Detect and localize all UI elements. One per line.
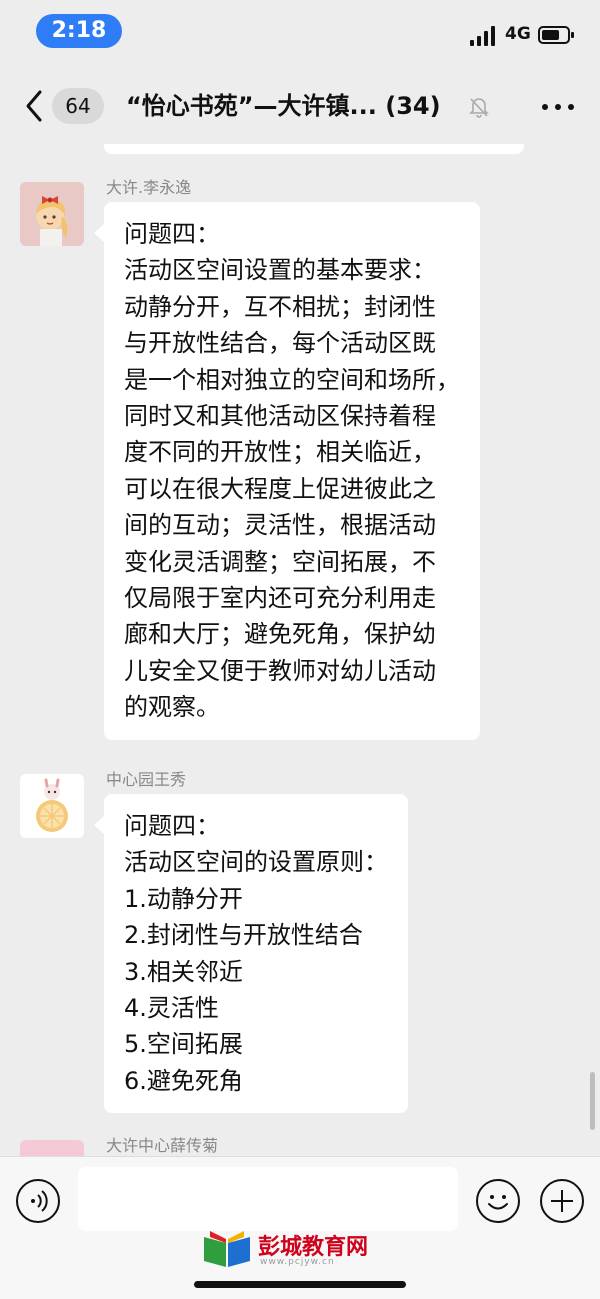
- message-line: 廊和大厅；避免死角，保护幼: [124, 620, 436, 649]
- message-line: 问题四：: [124, 220, 220, 248]
- message-line: 度不同的开放性；相关临近，: [124, 438, 436, 467]
- message-input[interactable]: [78, 1167, 458, 1231]
- chat-title: “怡心书苑”—大许镇... (34): [126, 88, 466, 124]
- avatar[interactable]: [20, 182, 84, 246]
- message-line: 变化灵活调整；空间拓展，不: [124, 547, 436, 576]
- avatar[interactable]: [20, 1140, 84, 1156]
- sender-name: 大许中心薛传菊: [106, 1136, 219, 1155]
- message-line: 与开放性结合，每个活动区既: [124, 329, 436, 358]
- voice-icon: [31, 1190, 48, 1212]
- message-line: 是一个相对独立的空间和场所，: [124, 365, 460, 394]
- battery-icon: [538, 26, 574, 44]
- message-line: 3.相关邻近: [124, 957, 243, 986]
- input-bar: 彭城教育网 www.pcjyw.cn: [0, 1156, 600, 1299]
- message-bubble[interactable]: 问题四： 活动区空间的设置原则： 1.动静分开 2.封闭性与开放性结合 3.相关…: [94, 794, 408, 1114]
- message-line: 动静分开，互不相扰；封闭性: [124, 292, 436, 321]
- message-line: 4.灵活性: [124, 994, 219, 1023]
- message-list[interactable]: 大许.李永逸 问题四： 活动区空间设置的基本要求： 动静分开，互不相扰；封闭性 …: [0, 144, 600, 1156]
- unread-badge[interactable]: 64: [52, 88, 104, 124]
- mute-bell-icon: [469, 98, 489, 118]
- watermark-url: www.pcjyw.cn: [260, 1257, 335, 1267]
- message-line: 1.动静分开: [124, 884, 243, 913]
- smiley-icon: [488, 1195, 508, 1210]
- girl-avatar-icon: [20, 182, 84, 246]
- message-line: 间的互动；灵活性，根据活动: [124, 511, 436, 540]
- orange-slice-avatar-icon: [20, 774, 84, 838]
- chat-title-text: “怡心书苑”—大许镇...: [126, 92, 377, 120]
- status-bar: 2:18 4G: [0, 0, 600, 68]
- watermark: 彭城教育网 www.pcjyw.cn: [200, 1225, 400, 1271]
- plus-button[interactable]: [540, 1179, 584, 1223]
- emoji-button[interactable]: [476, 1179, 520, 1223]
- more-button[interactable]: [540, 92, 576, 122]
- status-time: 2:18: [36, 14, 122, 48]
- avatar[interactable]: [20, 774, 84, 838]
- back-button[interactable]: [20, 86, 50, 126]
- message-line: 活动区空间的设置原则：: [124, 848, 388, 877]
- scrollbar-thumb[interactable]: [590, 1072, 595, 1130]
- chevron-left-icon: [26, 90, 42, 122]
- message-line: 的观察。: [124, 693, 220, 722]
- sender-name: 大许.李永逸: [106, 178, 192, 197]
- book-logo-icon: [204, 1231, 250, 1267]
- message-line: 5.空间拓展: [124, 1030, 243, 1059]
- message-line: 同时又和其他活动区保持着程: [124, 402, 436, 431]
- chat-header: 64 “怡心书苑”—大许镇... (34): [0, 68, 600, 144]
- message-line: 儿安全又便于教师对幼儿活动: [124, 656, 436, 685]
- network-label: 4G: [505, 24, 531, 44]
- message-line: 可以在很大程度上促进彼此之: [124, 474, 436, 503]
- home-indicator[interactable]: [194, 1281, 406, 1288]
- message-line: 问题四：: [124, 812, 220, 840]
- message-line: 2.封闭性与开放性结合: [124, 921, 363, 950]
- voice-button[interactable]: [16, 1179, 60, 1223]
- previous-message-bubble: [104, 144, 524, 154]
- message-bubble[interactable]: 问题四： 活动区空间设置的基本要求： 动静分开，互不相扰；封闭性 与开放性结合，…: [94, 202, 480, 740]
- message-line: 6.避免死角: [124, 1066, 243, 1095]
- message-line: 活动区空间设置的基本要求：: [124, 256, 436, 285]
- member-count: (34): [385, 92, 441, 120]
- message-line: 仅局限于室内还可充分利用走: [124, 584, 436, 613]
- signal-icon: [470, 26, 498, 46]
- sender-name: 中心园王秀: [106, 770, 187, 789]
